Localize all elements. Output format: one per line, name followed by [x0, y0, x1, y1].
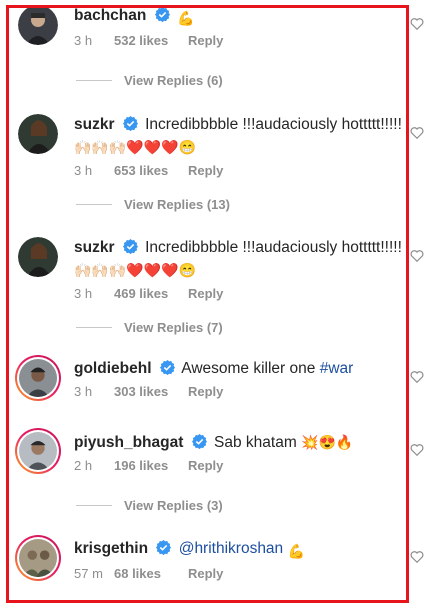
comment-likes[interactable]: 303 likes: [114, 384, 188, 399]
view-replies-label: View Replies (13): [124, 197, 230, 212]
comment-likes[interactable]: 68 likes: [114, 566, 188, 581]
reply-button[interactable]: Reply: [188, 384, 223, 399]
verified-badge-icon: [122, 239, 138, 254]
comment-time: 3 h: [74, 384, 93, 399]
view-replies-label: View Replies (3): [124, 498, 223, 513]
avatar[interactable]: [15, 428, 61, 474]
avatar[interactable]: [18, 114, 58, 154]
view-replies-label: View Replies (7): [124, 320, 223, 335]
divider: [76, 204, 112, 205]
view-replies-button[interactable]: View Replies (13): [76, 197, 296, 212]
reply-button[interactable]: Reply: [188, 163, 223, 178]
comment-emoji: 💪: [176, 10, 195, 26]
verified-badge-icon: [122, 116, 138, 131]
heart-outline-icon[interactable]: [410, 17, 424, 31]
reply-button[interactable]: Reply: [188, 566, 223, 581]
avatar[interactable]: [18, 5, 58, 45]
heart-outline-icon[interactable]: [410, 126, 424, 140]
avatar[interactable]: [15, 355, 61, 401]
verified-badge-icon: [191, 434, 207, 449]
avatar[interactable]: [15, 535, 61, 581]
reply-button[interactable]: Reply: [188, 286, 223, 301]
divider: [76, 80, 112, 81]
mention-link[interactable]: @hrithikroshan: [179, 540, 283, 557]
view-replies-button[interactable]: View Replies (7): [76, 320, 296, 335]
view-replies-label: View Replies (6): [124, 73, 223, 88]
comment-time: 3 h: [74, 286, 93, 301]
comment-text: Incredibbbble !!!audaciously hottttt!!!!…: [145, 239, 402, 256]
comment-username[interactable]: goldiebehl: [74, 360, 152, 377]
heart-outline-icon[interactable]: [410, 249, 424, 263]
reply-button[interactable]: Reply: [188, 33, 223, 48]
avatar-photo: [19, 359, 57, 397]
avatar-photo: [18, 5, 58, 45]
avatar-photo: [19, 539, 57, 577]
divider: [76, 327, 112, 328]
avatar[interactable]: [18, 237, 58, 277]
verified-badge-icon: [154, 7, 170, 22]
comment-username[interactable]: krisgethin: [74, 540, 148, 557]
avatar-photo: [18, 237, 58, 277]
verified-badge-icon: [156, 540, 172, 555]
comment-username[interactable]: bachchan: [74, 7, 146, 24]
view-replies-button[interactable]: View Replies (6): [76, 73, 296, 88]
comment-time: 3 h: [74, 33, 93, 48]
comment-text: Incredibbbble !!!audaciously hottttt!!!!…: [145, 116, 402, 133]
divider: [76, 505, 112, 506]
comment-time: 2 h: [74, 458, 93, 473]
heart-outline-icon[interactable]: [410, 550, 424, 564]
comment-emojis: 💥😍🔥: [301, 434, 354, 450]
hashtag-link[interactable]: #war: [320, 360, 354, 377]
comment-emojis: 🙌🏻🙌🏻🙌🏻❤️❤️❤️😁: [74, 262, 197, 278]
heart-outline-icon[interactable]: [410, 443, 424, 457]
comment-likes[interactable]: 653 likes: [114, 163, 188, 178]
highlight-frame: [6, 5, 409, 603]
comment-username[interactable]: piyush_bhagat: [74, 434, 183, 451]
comment-likes[interactable]: 196 likes: [114, 458, 188, 473]
comment-emoji: 💪: [287, 543, 305, 559]
comment-text: Awesome killer one: [181, 360, 316, 377]
comment-text: Sab khatam: [214, 434, 297, 451]
comments-screen: bachchan 💪 3 h 532 likes Reply View Repl…: [0, 0, 425, 610]
comment-emojis: 🙌🏻🙌🏻🙌🏻❤️❤️❤️😁: [74, 139, 197, 155]
verified-badge-icon: [159, 360, 175, 375]
comment-username[interactable]: suzkr: [74, 116, 115, 133]
heart-outline-icon[interactable]: [410, 370, 424, 384]
comment-likes[interactable]: 532 likes: [114, 33, 188, 48]
comment-time: 57 m: [74, 566, 103, 581]
view-replies-button[interactable]: View Replies (3): [76, 498, 296, 513]
avatar-photo: [19, 432, 57, 470]
comment-likes[interactable]: 469 likes: [114, 286, 188, 301]
reply-button[interactable]: Reply: [188, 458, 223, 473]
avatar-photo: [18, 114, 58, 154]
comment-username[interactable]: suzkr: [74, 239, 115, 256]
comment-time: 3 h: [74, 163, 93, 178]
